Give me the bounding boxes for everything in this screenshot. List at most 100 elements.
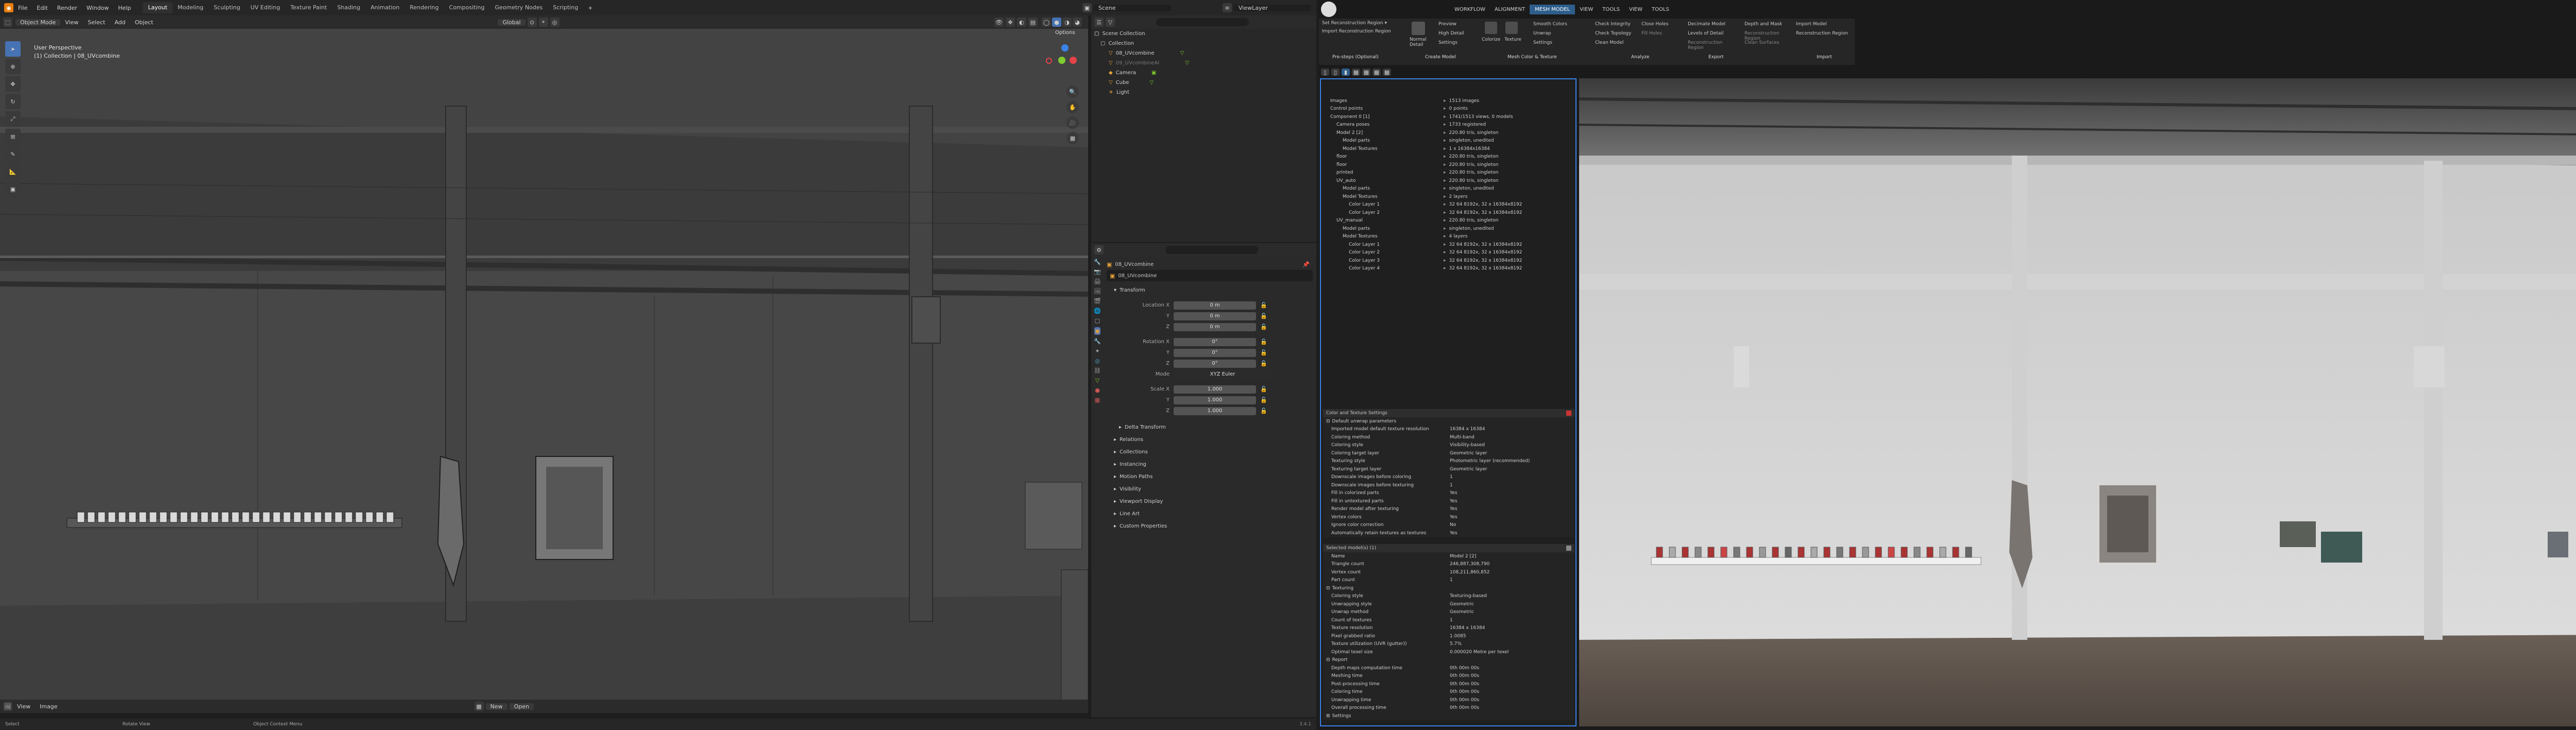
viewport-display-panel[interactable]: ▸ Viewport Display bbox=[1107, 496, 1313, 508]
visibility-panel[interactable]: ▸ Visibility bbox=[1107, 483, 1313, 496]
report-header[interactable]: ⊟ Report bbox=[1323, 656, 1574, 665]
texture-icon[interactable] bbox=[1505, 22, 1518, 34]
tree-row[interactable]: Color Layer 3 ▸ 32 64 8192x, 32 x 16384x81… bbox=[1323, 257, 1575, 265]
render-tab-icon[interactable]: 📷 bbox=[1094, 268, 1101, 275]
annotate-icon[interactable]: ✎ bbox=[5, 146, 21, 162]
relations-panel[interactable]: ▸ Relations bbox=[1107, 434, 1313, 446]
tab-animation[interactable]: Animation bbox=[365, 2, 404, 13]
color-settings-button[interactable]: Settings bbox=[1533, 40, 1552, 45]
blender-logo-icon[interactable]: ◉ bbox=[4, 3, 13, 12]
collections-panel[interactable]: ▸ Collections bbox=[1107, 446, 1313, 459]
shading-material-icon[interactable]: ◑ bbox=[1062, 18, 1072, 27]
settings-row[interactable]: Coloring time 0th 00m 00s bbox=[1323, 688, 1574, 697]
rc-tab-tools[interactable]: TOOLS bbox=[1598, 7, 1624, 12]
settings-value[interactable]: 1.0085 bbox=[1447, 634, 1574, 639]
lock-icon[interactable]: 🔓 bbox=[1260, 360, 1267, 367]
clean-surfaces-button[interactable]: Clean Surfaces bbox=[1744, 40, 1779, 45]
settings-row[interactable]: Name Model 2 [2] bbox=[1323, 552, 1574, 561]
depth-mask-button[interactable]: Depth and Mask bbox=[1744, 22, 1782, 27]
outliner-item[interactable]: ▽ Cube ▽ bbox=[1091, 78, 1316, 88]
tree-row[interactable]: Control points ▸ 0 points bbox=[1323, 105, 1575, 113]
settings-row[interactable]: Coloring method Multi-band bbox=[1323, 433, 1574, 442]
layout-2-icon[interactable]: ▯ bbox=[1331, 69, 1340, 76]
close-icon[interactable] bbox=[1566, 411, 1571, 416]
outliner-scene-collection[interactable]: ▢ Scene Collection bbox=[1091, 29, 1316, 39]
settings-row[interactable]: Render model after texturing Yes bbox=[1323, 505, 1574, 514]
lock-icon[interactable]: 🔓 bbox=[1260, 324, 1267, 330]
material-tab-icon[interactable]: ● bbox=[1095, 387, 1100, 394]
tree-row[interactable]: floor ▸ 220.80 tris, singleton bbox=[1323, 153, 1575, 161]
outliner-item[interactable]: ▽ 08_UVcombine ▽ bbox=[1091, 48, 1316, 58]
settings-row[interactable]: Unwrapping style Geometric bbox=[1323, 600, 1574, 608]
settings-row[interactable]: Triangle count 246,887,308,790 bbox=[1323, 561, 1574, 569]
settings-value[interactable]: Yes bbox=[1447, 515, 1574, 520]
scene-tab-icon[interactable]: 🎬 bbox=[1094, 298, 1101, 304]
tab-shading[interactable]: Shading bbox=[332, 2, 366, 13]
tree-row[interactable]: UV_auto ▸ 220.80 tris, singleton bbox=[1323, 177, 1575, 185]
settings-row[interactable]: Texturing style Photometric layer (recomm… bbox=[1323, 457, 1574, 466]
tree-row[interactable]: Color Layer 2 ▸ 32 64 8192x, 32 x 16384x81… bbox=[1323, 249, 1575, 257]
menu-file[interactable]: File bbox=[13, 5, 32, 11]
settings-row[interactable]: Coloring style Visibility-based bbox=[1323, 442, 1574, 450]
settings-row[interactable]: Post-processing time 0th 00m 00s bbox=[1323, 680, 1574, 688]
line-art-panel[interactable]: ▸ Line Art bbox=[1107, 508, 1313, 520]
settings-row[interactable]: Automatically retain textures as texture… bbox=[1323, 529, 1574, 537]
layout-7-icon[interactable]: ▦ bbox=[1383, 69, 1391, 76]
import-model-button[interactable]: Import Model bbox=[1796, 22, 1827, 27]
transform-icon[interactable]: ⊞ bbox=[5, 129, 21, 144]
lock-icon[interactable]: 🔓 bbox=[1260, 338, 1267, 345]
gizmo-y-icon[interactable] bbox=[1058, 57, 1065, 64]
properties-type-icon[interactable]: ⚙ bbox=[1094, 245, 1104, 254]
lock-icon[interactable]: 🔓 bbox=[1260, 397, 1267, 403]
scale-z-field[interactable]: 1.000 bbox=[1174, 406, 1256, 415]
viewport-menu-add[interactable]: Add bbox=[110, 19, 130, 26]
tree-row[interactable]: UV_manual ▸ 220.80 tris, singleton bbox=[1323, 217, 1575, 225]
layout-3-icon[interactable]: ▮ bbox=[1342, 69, 1350, 76]
scale-y-field[interactable]: 1.000 bbox=[1174, 396, 1256, 404]
viewport-menu-view[interactable]: View bbox=[60, 19, 83, 26]
settings-value[interactable]: Multi-band bbox=[1447, 435, 1574, 440]
settings-value[interactable]: No bbox=[1447, 522, 1574, 528]
rc-tab-alignment[interactable]: ALIGNMENT bbox=[1490, 7, 1530, 12]
settings-row[interactable]: Pixel grabbed ratio 1.0085 bbox=[1323, 632, 1574, 640]
pan-icon[interactable]: ✋ bbox=[1066, 101, 1079, 113]
lod-button[interactable]: Levels of Detail bbox=[1688, 31, 1723, 36]
output-tab-icon[interactable]: 🖨 bbox=[1094, 278, 1101, 285]
colorize-icon[interactable] bbox=[1485, 22, 1497, 34]
rc-tab-workflow[interactable]: WORKFLOW bbox=[1450, 7, 1490, 12]
scale-x-field[interactable]: 1.000 bbox=[1174, 385, 1256, 394]
viewport-menu-select[interactable]: Select bbox=[83, 19, 110, 26]
tab-scripting[interactable]: Scripting bbox=[548, 2, 583, 13]
scale-icon[interactable]: ⤢ bbox=[5, 111, 21, 127]
rc-tab-view[interactable]: VIEW bbox=[1575, 7, 1598, 12]
settings-value[interactable]: 246,887,308,790 bbox=[1447, 562, 1574, 567]
properties-search-field[interactable] bbox=[1165, 246, 1258, 254]
settings-row[interactable]: Fill in untextured parts Yes bbox=[1323, 497, 1574, 505]
settings-value[interactable]: 16384 x 16384 bbox=[1447, 427, 1574, 432]
add-workspace-icon[interactable]: + bbox=[583, 5, 597, 11]
settings-row[interactable]: Downscale images before texturing 1 bbox=[1323, 481, 1574, 489]
tab-layout[interactable]: Layout bbox=[143, 2, 173, 13]
settings-value[interactable]: 1 bbox=[1447, 483, 1574, 488]
gizmo-x-icon[interactable] bbox=[1070, 57, 1077, 64]
camera-view-icon[interactable]: 🎥 bbox=[1066, 116, 1079, 129]
settings-value[interactable]: Geometric layer bbox=[1447, 467, 1574, 472]
settings-value[interactable]: 0th 00m 00s bbox=[1447, 705, 1574, 710]
settings-row[interactable]: Coloring target layer Geometric layer bbox=[1323, 449, 1574, 457]
tools-region-button[interactable]: Reconstruction Region bbox=[1744, 31, 1796, 41]
outliner-filter-icon[interactable]: ▽ bbox=[1106, 18, 1115, 27]
menu-window[interactable]: Window bbox=[82, 5, 113, 11]
settings-row[interactable]: Meshing time 0th 00m 00s bbox=[1323, 672, 1574, 681]
tab-geometry-nodes[interactable]: Geometry Nodes bbox=[489, 2, 548, 13]
settings-header[interactable]: ⊞ Settings bbox=[1323, 712, 1574, 720]
settings-value[interactable]: Texturing-based bbox=[1447, 593, 1574, 599]
tab-uv-editing[interactable]: UV Editing bbox=[245, 2, 285, 13]
settings-value[interactable]: 108,211,860,852 bbox=[1447, 570, 1574, 575]
lock-icon[interactable]: 🔓 bbox=[1260, 302, 1267, 309]
menu-render[interactable]: Render bbox=[53, 5, 82, 11]
tab-rendering[interactable]: Rendering bbox=[404, 2, 444, 13]
move-icon[interactable]: ✥ bbox=[5, 76, 21, 92]
texture-tab-icon[interactable]: ▦ bbox=[1095, 397, 1100, 403]
snap-icon[interactable]: ⌖ bbox=[538, 18, 548, 27]
shading-render-icon[interactable]: ◕ bbox=[1073, 18, 1082, 27]
